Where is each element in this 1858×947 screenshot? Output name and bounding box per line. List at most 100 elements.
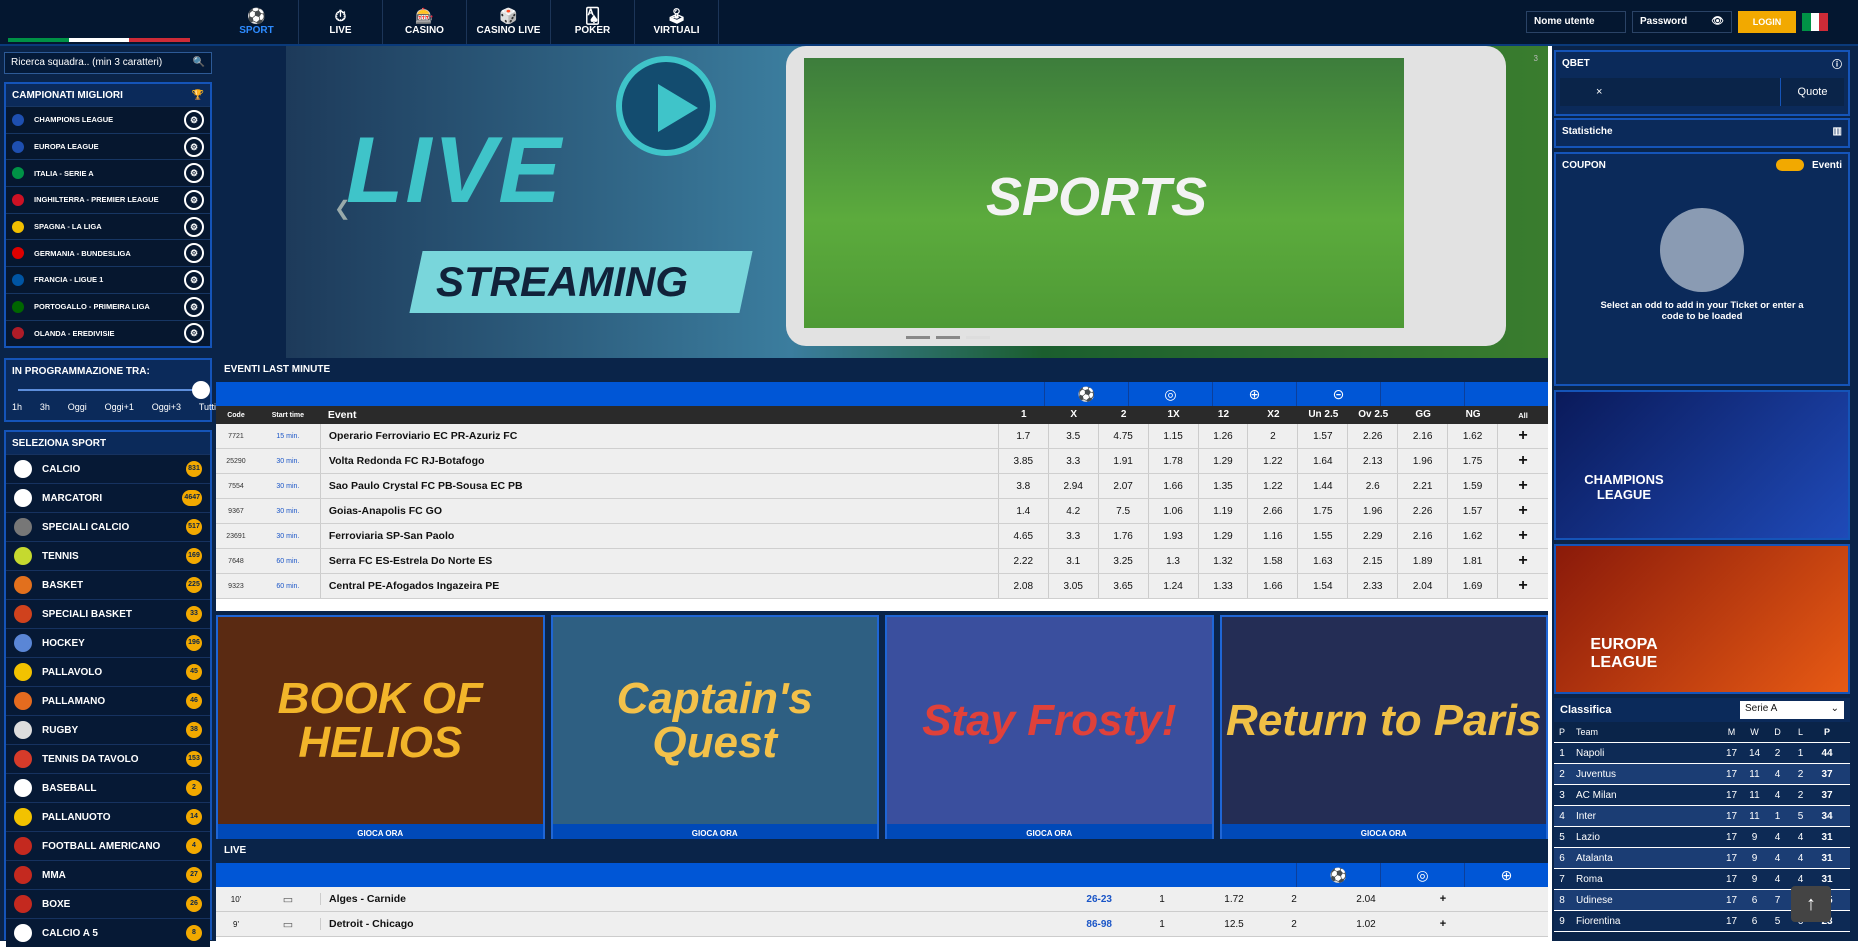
event-name[interactable]: Ferroviaria SP-San Paolo	[319, 524, 999, 548]
more-markets-button[interactable]: +	[1498, 577, 1548, 595]
live-event-name[interactable]: Alges - Carnide	[320, 893, 1060, 905]
tab-empty[interactable]	[1464, 382, 1548, 406]
live-more-button[interactable]: +	[1408, 918, 1478, 930]
tab-tennis-icon[interactable]: ◎	[1128, 382, 1212, 406]
tab-basket-icon[interactable]: ⊕	[1212, 382, 1296, 406]
champions-league-promo[interactable]: CHAMPIONS LEAGUE	[1554, 390, 1850, 540]
odd-button[interactable]: 1.54	[1298, 574, 1349, 598]
odd-button[interactable]: 1.4	[999, 499, 1049, 523]
championship-item[interactable]: EUROPA LEAGUE ⚙	[6, 132, 210, 160]
odd-button[interactable]: 1.66	[1149, 474, 1199, 498]
odd-button[interactable]: 4.65	[999, 524, 1049, 548]
odd-button[interactable]: 3.3	[1049, 524, 1099, 548]
language-flag-icon[interactable]	[1802, 13, 1829, 31]
sport-item[interactable]: PALLAVOLO 45	[6, 657, 210, 686]
nav-item-poker[interactable]: 🂡 POKER	[551, 0, 635, 44]
odd-button[interactable]: 3.3	[1049, 449, 1099, 473]
nav-item-sport[interactable]: ⚽ SPORT	[215, 0, 299, 44]
odd-button[interactable]: 1.57	[1448, 499, 1499, 523]
team-search-input[interactable]: Ricerca squadra.. (min 3 caratteri) 🔍	[4, 52, 212, 74]
odd-button[interactable]: 2	[1248, 424, 1299, 448]
more-markets-button[interactable]: +	[1498, 477, 1548, 495]
championship-item[interactable]: PORTOGALLO - PRIMEIRA LIGA ⚙	[6, 292, 210, 320]
sport-item[interactable]: PALLANUOTO 14	[6, 802, 210, 831]
schedule-option[interactable]: Oggi+1	[105, 402, 134, 412]
sport-item[interactable]: TENNIS 169	[6, 541, 210, 570]
schedule-slider-thumb[interactable]	[192, 381, 210, 399]
sport-item[interactable]: MMA 27	[6, 860, 210, 889]
odd-button[interactable]: 1.81	[1448, 549, 1499, 573]
event-name[interactable]: Operario Ferroviario EC PR-Azuriz FC	[319, 424, 999, 448]
odd-button[interactable]: 1.44	[1298, 474, 1349, 498]
odd-button[interactable]: 2.15	[1348, 549, 1399, 573]
odd-button[interactable]: 3.85	[999, 449, 1049, 473]
championship-item[interactable]: SPAGNA - LA LIGA ⚙	[6, 212, 210, 240]
carousel-prev-icon[interactable]: ❮	[334, 196, 351, 221]
odd-button[interactable]: 1.22	[1248, 449, 1299, 473]
odd-button[interactable]: 1.96	[1348, 499, 1399, 523]
odd-button[interactable]: 1.22	[1248, 474, 1299, 498]
qbet-close-button[interactable]: ×	[1560, 78, 1780, 106]
odd-button[interactable]: 2.16	[1398, 524, 1449, 548]
live-tab-basket-icon[interactable]: ⊕	[1464, 863, 1548, 887]
odd-button[interactable]: 2.07	[1099, 474, 1149, 498]
sport-item[interactable]: CALCIO 831	[6, 454, 210, 483]
sport-item[interactable]: RUGBY 38	[6, 715, 210, 744]
odd-button[interactable]: 3.25	[1099, 549, 1149, 573]
odd-button[interactable]: 1.55	[1298, 524, 1349, 548]
odd-button[interactable]: 1.57	[1298, 424, 1349, 448]
tab-empty[interactable]	[1380, 382, 1464, 406]
odd-button[interactable]: 2.6	[1348, 474, 1399, 498]
schedule-option[interactable]: 3h	[40, 402, 50, 412]
live-odd-button[interactable]: 12.5	[1204, 919, 1264, 930]
championship-item[interactable]: INGHILTERRA - PREMIER LEAGUE ⚙	[6, 186, 210, 213]
odd-button[interactable]: 2.94	[1049, 474, 1099, 498]
live-odd-button[interactable]: 1.72	[1204, 894, 1264, 905]
odd-button[interactable]: 1.3	[1149, 549, 1199, 573]
championship-item[interactable]: CHAMPIONS LEAGUE ⚙	[6, 106, 210, 133]
live-streaming-banner[interactable]: LIVE STREAMING SPORTS ❮ 3	[286, 46, 1548, 358]
tab-hockey-icon[interactable]: ⊝	[1296, 382, 1380, 406]
carousel-dots[interactable]	[906, 336, 990, 339]
odd-button[interactable]: 7.5	[1099, 499, 1149, 523]
odd-button[interactable]: 1.7	[999, 424, 1049, 448]
sport-item[interactable]: BASEBALL 2	[6, 773, 210, 802]
coupon-toggle[interactable]	[1775, 159, 1804, 171]
schedule-option[interactable]: Oggi	[68, 402, 87, 412]
search-icon[interactable]: 🔍	[193, 57, 205, 69]
odd-button[interactable]: 2.26	[1348, 424, 1399, 448]
odd-button[interactable]: 1.33	[1199, 574, 1249, 598]
odd-button[interactable]: 1.32	[1199, 549, 1249, 573]
odd-button[interactable]: 4.75	[1099, 424, 1149, 448]
tab-soccer-icon[interactable]: ⚽	[1044, 382, 1128, 406]
nav-item-live[interactable]: ⏱ LIVE	[299, 0, 383, 44]
odd-button[interactable]: 1.06	[1149, 499, 1199, 523]
odd-button[interactable]: 1.35	[1199, 474, 1249, 498]
more-markets-button[interactable]: +	[1498, 552, 1548, 570]
odd-button[interactable]: 1.96	[1398, 449, 1449, 473]
event-name[interactable]: Sao Paulo Crystal FC PB-Sousa EC PB	[319, 474, 999, 498]
username-input[interactable]: Nome utente	[1526, 11, 1626, 33]
odd-button[interactable]: 1.78	[1149, 449, 1199, 473]
odd-button[interactable]: 1.62	[1448, 524, 1499, 548]
sport-item[interactable]: SPECIALI CALCIO 517	[6, 512, 210, 541]
odd-button[interactable]: 1.16	[1248, 524, 1299, 548]
live-tab-tennis-icon[interactable]: ◎	[1380, 863, 1464, 887]
odd-button[interactable]: 3.5	[1049, 424, 1099, 448]
odd-button[interactable]: 1.29	[1199, 524, 1249, 548]
live-odd-button[interactable]: 1	[1120, 919, 1204, 930]
odd-button[interactable]: 3.8	[999, 474, 1049, 498]
odd-button[interactable]: 1.93	[1149, 524, 1199, 548]
odd-button[interactable]: 2.66	[1248, 499, 1299, 523]
sport-item[interactable]: BASKET 225	[6, 570, 210, 599]
odd-button[interactable]: 2.08	[999, 574, 1049, 598]
live-odd-button[interactable]: 2	[1264, 894, 1324, 905]
odd-button[interactable]: 2.22	[999, 549, 1049, 573]
sport-item[interactable]: TENNIS DA TAVOLO 153	[6, 744, 210, 773]
more-markets-button[interactable]: +	[1498, 527, 1548, 545]
odd-button[interactable]: 1.75	[1298, 499, 1349, 523]
bar-chart-icon[interactable]: ▥	[1833, 126, 1842, 137]
eye-icon[interactable]: 👁	[1711, 16, 1724, 28]
qbet-quote-button[interactable]: Quote	[1780, 78, 1844, 106]
odd-button[interactable]: 2.13	[1348, 449, 1399, 473]
